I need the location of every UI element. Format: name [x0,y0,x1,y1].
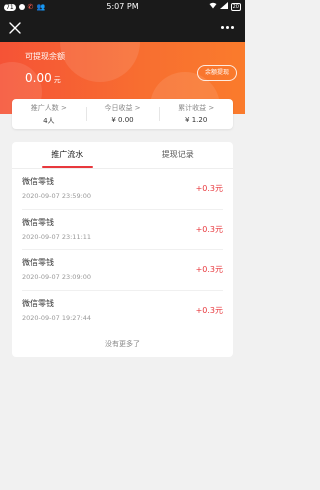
record-time: 2020-09-07 23:11:11 [22,232,92,241]
record-title: 微信零钱 [22,298,54,308]
records-card: 推广流水 提现记录 微信零钱 2020-09-07 23:59:00 +0.3元… [12,142,233,357]
balance-amount: 0.00 元 [25,71,61,85]
record-time: 2020-09-07 19:27:44 [22,313,92,322]
record-amount: +0.3元 [195,265,223,274]
nav-bar [0,14,245,42]
wifi-icon [209,2,217,11]
stat-today-earnings[interactable]: 今日收益 > ¥ 0.00 [85,99,160,129]
record-title: 微信零钱 [22,177,54,186]
close-icon[interactable] [8,20,22,34]
stat-total-earnings[interactable]: 累计收益 > ¥ 1.20 [159,99,233,129]
decor-bubble [60,42,140,82]
record-title: 微信零钱 [22,258,54,267]
stat-referrals[interactable]: 推广人数 > 4人 [12,99,86,129]
record-amount: +0.3元 [195,224,223,234]
stat-value: ¥ 1.20 [185,116,208,124]
stat-label: 今日收益 > [104,104,141,112]
record-amount: +0.3元 [195,305,223,315]
list-item: 微信零钱 2020-09-07 23:59:00 +0.3元 [22,169,223,210]
more-dots-icon[interactable] [221,23,237,31]
stats-card: 推广人数 > 4人 今日收益 > ¥ 0.00 累计收益 > ¥ 1.20 [12,99,233,129]
tab-withdraw-records[interactable]: 提现记录 [123,142,234,168]
stat-label: 累计收益 > [178,104,215,112]
list-item: 微信零钱 2020-09-07 23:09:00 +0.3元 [22,250,223,291]
stat-value: 4人 [43,117,55,125]
record-time: 2020-09-07 23:09:00 [22,273,92,281]
no-more-text: 没有更多了 [105,340,140,348]
tab-promotion-flow[interactable]: 推广流水 [12,142,123,168]
balance-label: 可提现余额 [25,52,65,61]
balance-unit: 元 [53,76,61,84]
list-item: 微信零钱 2020-09-07 19:27:44 +0.3元 [22,291,223,331]
stat-value: ¥ 0.00 [111,116,134,124]
signal-icon [219,2,228,11]
status-bar: 71 ✆ 👥 5:07 PM 20 [0,0,245,14]
record-amount: +0.3元 [195,184,223,193]
record-title: 微信零钱 [22,217,54,227]
list-item: 微信零钱 2020-09-07 23:11:11 +0.3元 [22,210,223,250]
records-tabs: 推广流水 提现记录 [12,142,233,169]
status-right-icons: 20 [209,2,241,11]
record-time: 2020-09-07 23:59:00 [22,192,92,200]
battery-icon: 20 [230,2,241,11]
withdraw-button[interactable]: 余额提现 [197,65,237,81]
stat-label: 推广人数 > [30,104,67,112]
balance-value: 0.00 [25,71,52,85]
